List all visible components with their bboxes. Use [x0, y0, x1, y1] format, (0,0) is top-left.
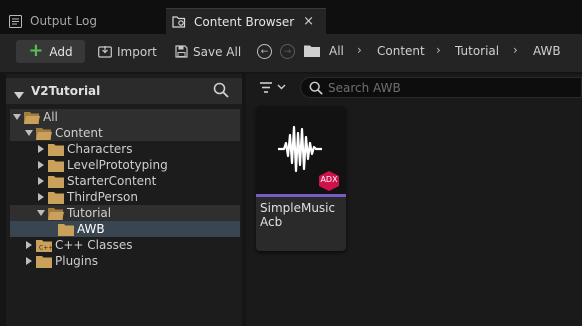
search-icon[interactable]: [213, 82, 229, 101]
chevron-right-icon: ›: [513, 43, 518, 57]
folder-open-icon: [24, 111, 40, 124]
chevron-right-icon[interactable]: [24, 257, 34, 265]
back-icon[interactable]: ←: [257, 44, 272, 59]
tree-item-label: Plugins: [55, 254, 98, 268]
import-icon: [98, 45, 112, 58]
folder-icon: [36, 255, 52, 268]
chevron-right-icon[interactable]: [24, 241, 34, 249]
tree-item-all[interactable]: All: [10, 109, 240, 125]
asset-type-bar: [256, 194, 346, 197]
chevron-right-icon[interactable]: [36, 145, 46, 153]
tree-item-label: StarterContent: [67, 174, 157, 188]
tab-bar: Output Log Content Browser ×: [0, 0, 582, 36]
folder-icon: [48, 175, 64, 188]
add-button[interactable]: + Add: [16, 40, 85, 63]
add-button-label: Add: [49, 44, 73, 59]
chevron-right-icon[interactable]: [36, 193, 46, 201]
folder-icon: [58, 223, 74, 236]
output-log-icon: [8, 14, 22, 28]
breadcrumb-content[interactable]: Content: [377, 44, 425, 58]
chevron-right-icon: ›: [436, 43, 441, 57]
sources-header[interactable]: V2Tutorial: [6, 78, 242, 104]
chevron-right-icon[interactable]: [36, 161, 46, 169]
search-input[interactable]: [328, 79, 578, 97]
folder-icon: [48, 159, 64, 172]
asset-name-line1: SimpleMusic: [260, 201, 336, 215]
tree-item-label: C++ Classes: [55, 238, 133, 252]
asset-name: SimpleMusic Acb: [260, 201, 344, 229]
folder-icon: [48, 143, 64, 156]
import-button-label: Import: [117, 44, 157, 59]
tree-item-label: ThirdPerson: [67, 190, 138, 204]
chevron-down-icon[interactable]: [24, 130, 34, 136]
tree-item-tutorial[interactable]: Tutorial: [10, 205, 240, 221]
tab-content-browser-label: Content Browser: [194, 14, 295, 29]
tree-item-content[interactable]: Content: [10, 125, 240, 141]
tree-item-label: All: [43, 110, 58, 124]
chevron-down-icon[interactable]: [12, 114, 22, 120]
asset-thumbnail: ADX: [256, 106, 346, 194]
tab-output-log-label: Output Log: [30, 14, 97, 28]
sources-panel: V2Tutorial All Content Characters LevelP…: [6, 74, 242, 326]
folder-open-icon: [36, 127, 52, 140]
chevron-right-icon: ›: [357, 43, 362, 57]
chevron-right-icon[interactable]: [36, 177, 46, 185]
tab-content-browser[interactable]: Content Browser ×: [166, 8, 326, 34]
save-all-button[interactable]: Save All: [175, 40, 241, 63]
breadcrumb-awb[interactable]: AWB: [533, 44, 561, 58]
chevron-down-icon[interactable]: [36, 210, 46, 216]
save-all-button-label: Save All: [193, 44, 242, 59]
tree-item-startercontent[interactable]: StarterContent: [10, 173, 240, 189]
tree-item-label: Content: [55, 126, 103, 140]
tab-output-log[interactable]: Output Log: [8, 8, 97, 34]
audio-waveform-icon: [276, 123, 324, 178]
tree-item-label: AWB: [77, 222, 105, 236]
content-browser-icon: [172, 15, 186, 29]
filter-icon[interactable]: [260, 82, 288, 96]
tree-item-characters[interactable]: Characters: [10, 141, 240, 157]
tree-item-thirdperson[interactable]: ThirdPerson: [10, 189, 240, 205]
tree-item-cpp-classes[interactable]: C++ C++ Classes: [10, 237, 240, 253]
folder-open-icon: [48, 207, 64, 220]
search-box[interactable]: [300, 77, 582, 98]
adx-badge: ADX: [318, 171, 340, 194]
search-icon: [309, 81, 323, 98]
adx-badge-label: ADX: [320, 175, 338, 184]
close-icon[interactable]: ×: [303, 14, 314, 29]
tree-item-label: Characters: [67, 142, 133, 156]
folder-icon: [48, 191, 64, 204]
asset-name-line2: Acb: [260, 215, 283, 229]
sources-title: V2Tutorial: [31, 84, 101, 98]
asset-tile[interactable]: ADX SimpleMusic Acb: [256, 106, 346, 251]
plus-icon: +: [28, 39, 44, 61]
import-button[interactable]: Import: [98, 40, 157, 63]
tree-item-levelprototyping[interactable]: LevelPrototyping: [10, 157, 240, 173]
svg-text:C++: C++: [39, 244, 52, 251]
toolbar: + Add Import Save All ← → All › Content …: [0, 34, 582, 72]
forward-icon[interactable]: →: [280, 44, 295, 59]
tree-item-awb[interactable]: AWB: [10, 221, 240, 237]
folder-icon: [304, 44, 320, 60]
cpp-folder-icon: C++: [36, 239, 52, 252]
chevron-down-icon[interactable]: [14, 88, 24, 102]
tree-item-plugins[interactable]: Plugins: [10, 253, 240, 269]
tree-item-label: LevelPrototyping: [67, 158, 168, 172]
breadcrumb-tutorial[interactable]: Tutorial: [455, 44, 499, 58]
save-icon: [175, 45, 188, 58]
asset-view: ADX SimpleMusic Acb: [246, 74, 582, 326]
breadcrumb-all[interactable]: All: [329, 44, 344, 58]
tree-item-label: Tutorial: [67, 206, 112, 220]
